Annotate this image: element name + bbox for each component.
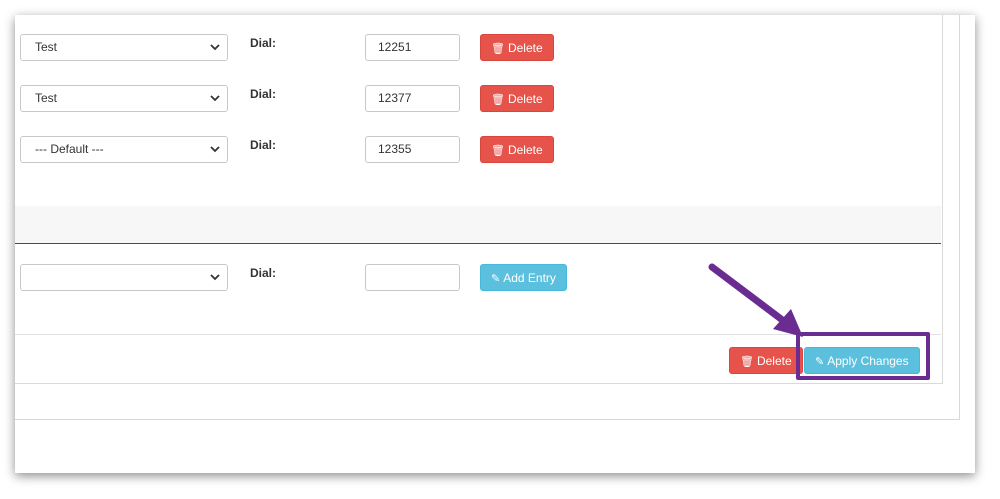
trash-icon: 🗑 xyxy=(740,356,754,368)
new-entry-row: Dial: ✎ Add Entry xyxy=(15,264,712,294)
edit-icon: ✎ xyxy=(491,273,501,285)
trash-icon: 🗑 xyxy=(491,43,505,55)
section-divider-band xyxy=(15,206,941,243)
entry-row: Test Dial: 12377 🗑 Delete xyxy=(15,85,712,115)
add-entry-button[interactable]: ✎ Add Entry xyxy=(480,264,567,291)
chevron-down-icon xyxy=(210,86,220,102)
entry-row: Test Dial: 12251 🗑 Delete xyxy=(15,34,712,64)
delete-button[interactable]: 🗑 Delete xyxy=(480,34,554,61)
select-value: Test xyxy=(35,91,58,105)
section-divider-line xyxy=(15,243,941,244)
dial-label: Dial: xyxy=(250,266,277,280)
annotation-arrow xyxy=(708,263,803,337)
entry-row: --- Default --- Dial: 12355 🗑 Delete xyxy=(15,136,712,166)
destination-select[interactable]: --- Default --- xyxy=(20,136,228,163)
dial-input[interactable]: 12355 xyxy=(365,136,460,163)
new-dial-input[interactable] xyxy=(365,264,460,291)
delete-label: Delete xyxy=(507,143,543,157)
dial-label: Dial: xyxy=(250,36,277,50)
destination-select[interactable]: Test xyxy=(20,85,228,112)
delete-label: Delete xyxy=(507,41,543,55)
delete-label: Delete xyxy=(507,92,543,106)
footer-delete-label: Delete xyxy=(756,354,792,368)
select-value: Test xyxy=(35,40,58,54)
new-destination-select[interactable] xyxy=(20,264,228,291)
dial-label: Dial: xyxy=(250,87,277,101)
trash-icon: 🗑 xyxy=(491,145,505,157)
select-value: --- Default --- xyxy=(35,142,104,156)
add-entry-label: Add Entry xyxy=(503,271,556,285)
delete-button[interactable]: 🗑 Delete xyxy=(480,136,554,163)
dial-input[interactable]: 12251 xyxy=(365,34,460,61)
screenshot-frame: Test Dial: 12251 🗑 Delete Test Dial: 123… xyxy=(15,15,975,473)
chevron-down-icon xyxy=(210,137,220,153)
footer-delete-button[interactable]: 🗑 Delete xyxy=(729,347,803,374)
delete-button[interactable]: 🗑 Delete xyxy=(480,85,554,112)
outer-panel: Test Dial: 12251 🗑 Delete Test Dial: 123… xyxy=(15,15,960,420)
dial-input[interactable]: 12377 xyxy=(365,85,460,112)
destination-select[interactable]: Test xyxy=(20,34,228,61)
dial-label: Dial: xyxy=(250,138,277,152)
trash-icon: 🗑 xyxy=(491,94,505,106)
chevron-down-icon xyxy=(210,35,220,51)
annotation-highlight-box xyxy=(796,332,930,380)
chevron-down-icon xyxy=(210,265,220,281)
